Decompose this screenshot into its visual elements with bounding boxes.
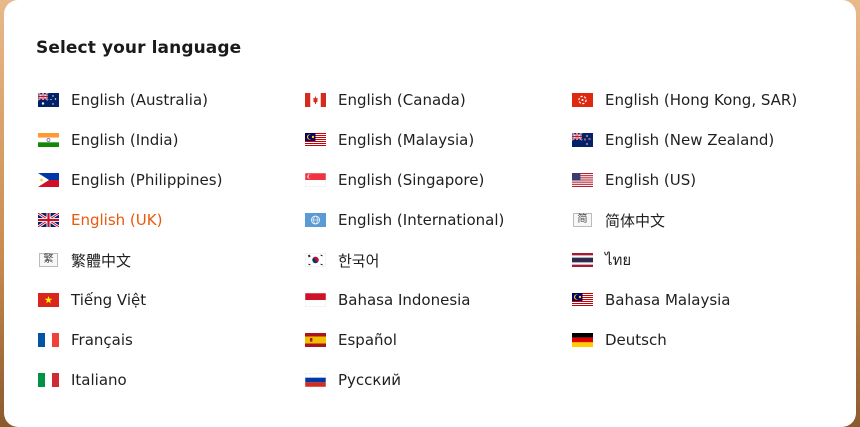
globe-icon xyxy=(305,213,326,227)
language-option-ru[interactable]: Русский xyxy=(305,360,572,400)
language-option-ko[interactable]: 한국어 xyxy=(305,240,572,280)
language-dialog: Select your language English (Australia) xyxy=(4,0,856,427)
flag-germany-icon xyxy=(572,333,593,347)
language-label: English (Singapore) xyxy=(338,171,485,189)
flag-korea-icon xyxy=(305,253,326,267)
language-label: Bahasa Malaysia xyxy=(605,291,731,309)
flag-hong-kong-icon xyxy=(572,93,593,107)
language-label: Español xyxy=(338,331,397,349)
flag-australia-icon xyxy=(38,93,59,107)
language-option-ms[interactable]: Bahasa Malaysia xyxy=(572,280,838,320)
language-label: Deutsch xyxy=(605,331,667,349)
language-label: Italiano xyxy=(71,371,127,389)
language-option-zh-hans[interactable]: 简 简体中文 xyxy=(572,200,838,240)
language-option-en-in[interactable]: English (India) xyxy=(38,120,305,160)
traditional-chinese-icon: 繁 xyxy=(39,253,58,267)
flag-italy-icon xyxy=(38,373,59,387)
language-label: Tiếng Việt xyxy=(71,291,147,309)
language-option-en-ph[interactable]: English (Philippines) xyxy=(38,160,305,200)
flag-canada-icon xyxy=(305,93,326,107)
language-option-zh-hant[interactable]: 繁 繁體中文 xyxy=(38,240,305,280)
language-label: English (Hong Kong, SAR) xyxy=(605,91,798,109)
language-option-en-uk[interactable]: English (UK) xyxy=(38,200,305,240)
language-option-th[interactable]: ไทย xyxy=(572,240,838,280)
flag-india-icon xyxy=(38,133,59,147)
language-option-en-ca[interactable]: English (Canada) xyxy=(305,80,572,120)
language-label: 繁體中文 xyxy=(71,251,132,270)
language-label: Bahasa Indonesia xyxy=(338,291,471,309)
language-option-id[interactable]: Bahasa Indonesia xyxy=(305,280,572,320)
language-option-vi[interactable]: Tiếng Việt xyxy=(38,280,305,320)
simplified-chinese-icon: 简 xyxy=(573,213,592,227)
flag-us-icon xyxy=(572,173,593,187)
language-label: Français xyxy=(71,331,133,349)
language-label: English (Canada) xyxy=(338,91,466,109)
language-label: English (Malaysia) xyxy=(338,131,475,149)
language-option-en-us[interactable]: English (US) xyxy=(572,160,838,200)
flag-malaysia-icon xyxy=(572,293,593,307)
dialog-title: Select your language xyxy=(36,38,242,58)
language-label: English (Philippines) xyxy=(71,171,223,189)
language-label: 简体中文 xyxy=(605,211,666,230)
flag-france-icon xyxy=(38,333,59,347)
language-option-fr[interactable]: Français xyxy=(38,320,305,360)
flag-thailand-icon xyxy=(572,253,593,267)
language-option-en-nz[interactable]: English (New Zealand) xyxy=(572,120,838,160)
language-label: English (International) xyxy=(338,211,505,229)
language-option-it[interactable]: Italiano xyxy=(38,360,305,400)
flag-vietnam-icon xyxy=(38,293,59,307)
flag-new-zealand-icon xyxy=(572,133,593,147)
language-option-en-au[interactable]: English (Australia) xyxy=(38,80,305,120)
language-grid: English (Australia) English (Canada) Eng… xyxy=(38,80,838,400)
language-label: English (India) xyxy=(71,131,179,149)
language-label: 한국어 xyxy=(338,251,380,270)
language-option-de[interactable]: Deutsch xyxy=(572,320,838,360)
flag-spain-icon xyxy=(305,333,326,347)
language-label: English (Australia) xyxy=(71,91,208,109)
language-label: English (UK) xyxy=(71,211,163,229)
flag-malaysia-icon xyxy=(305,133,326,147)
language-option-en-my[interactable]: English (Malaysia) xyxy=(305,120,572,160)
language-option-en-intl[interactable]: English (International) xyxy=(305,200,572,240)
flag-russia-icon xyxy=(305,373,326,387)
language-option-es[interactable]: Español xyxy=(305,320,572,360)
flag-philippines-icon xyxy=(38,173,59,187)
flag-indonesia-icon xyxy=(305,293,326,307)
language-label: English (New Zealand) xyxy=(605,131,775,149)
flag-singapore-icon xyxy=(305,173,326,187)
flag-uk-icon xyxy=(38,213,59,227)
language-label: Русский xyxy=(338,371,401,389)
language-option-en-hk[interactable]: English (Hong Kong, SAR) xyxy=(572,80,838,120)
language-label: ไทย xyxy=(605,251,632,269)
language-label: English (US) xyxy=(605,171,697,189)
language-option-en-sg[interactable]: English (Singapore) xyxy=(305,160,572,200)
